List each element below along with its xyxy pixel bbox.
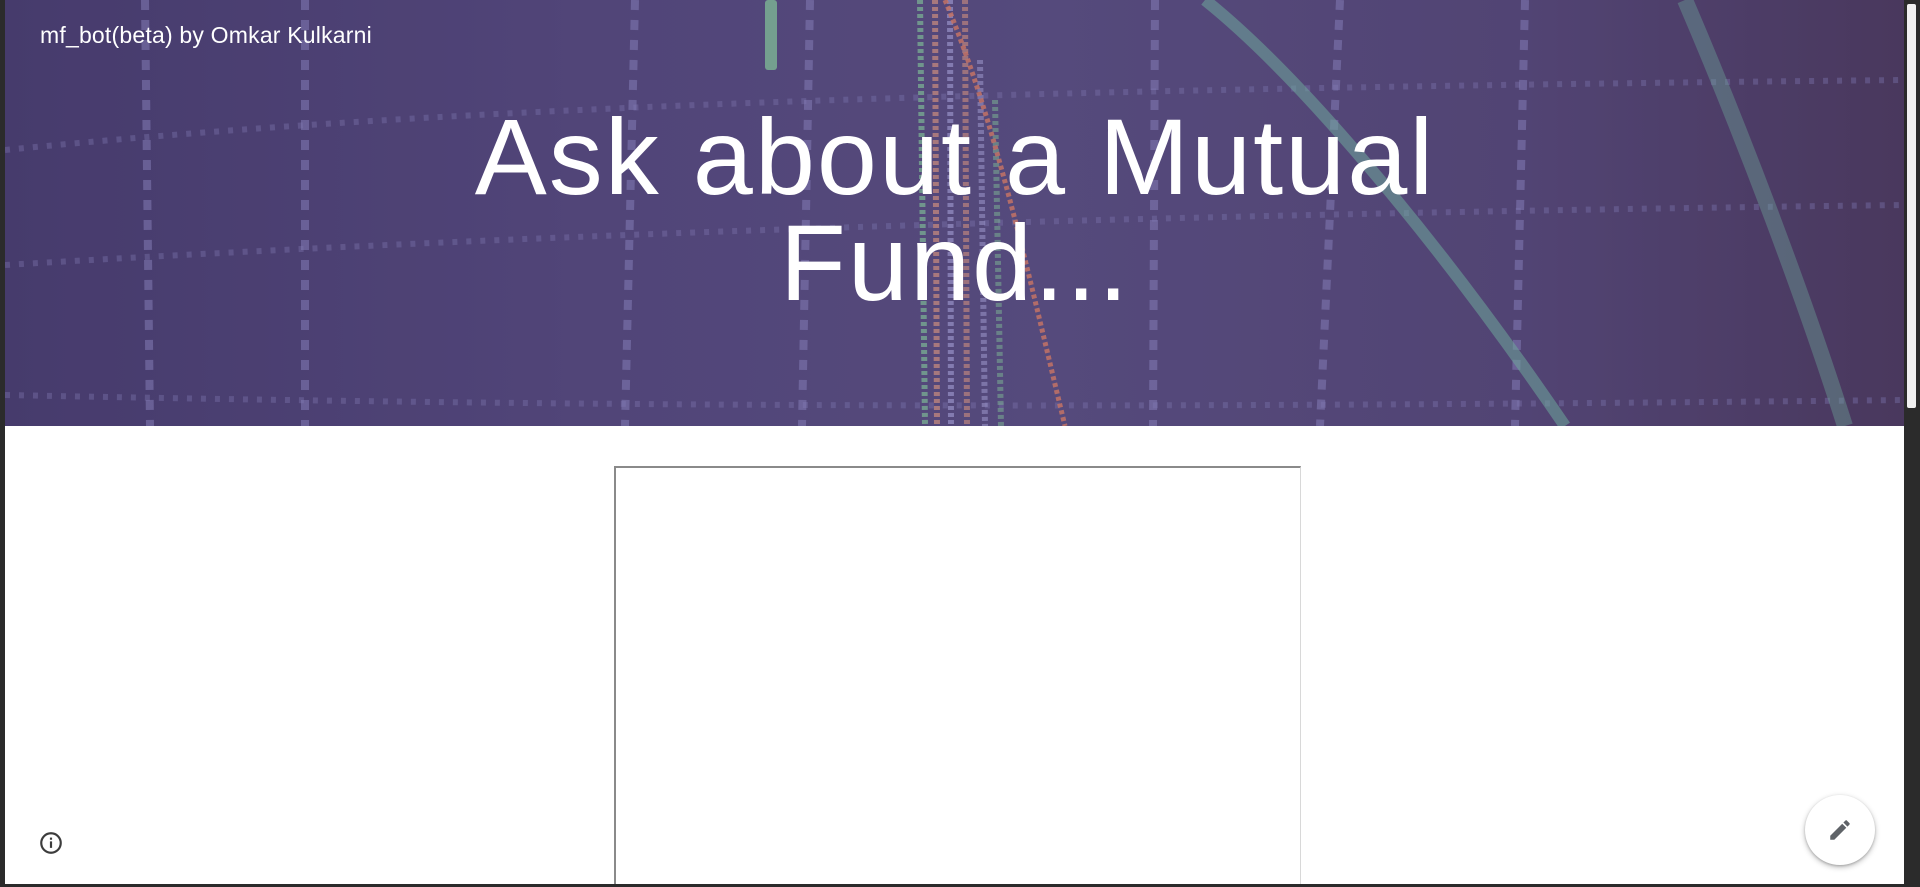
scrollbar-thumb[interactable]	[1907, 4, 1916, 408]
edit-button[interactable]	[1805, 795, 1875, 865]
site-info-button[interactable]	[38, 830, 64, 856]
site-viewport: mf_bot(beta) by Omkar Kulkarni Ask about…	[5, 0, 1904, 884]
site-title[interactable]: mf_bot(beta) by Omkar Kulkarni	[40, 22, 372, 49]
embedded-chatbot-frame[interactable]	[614, 466, 1301, 884]
page-title: Ask about a Mutual Fund...	[474, 96, 1436, 323]
info-icon	[40, 832, 62, 854]
pencil-icon	[1830, 820, 1850, 840]
hero-banner: mf_bot(beta) by Omkar Kulkarni Ask about…	[5, 0, 1904, 426]
